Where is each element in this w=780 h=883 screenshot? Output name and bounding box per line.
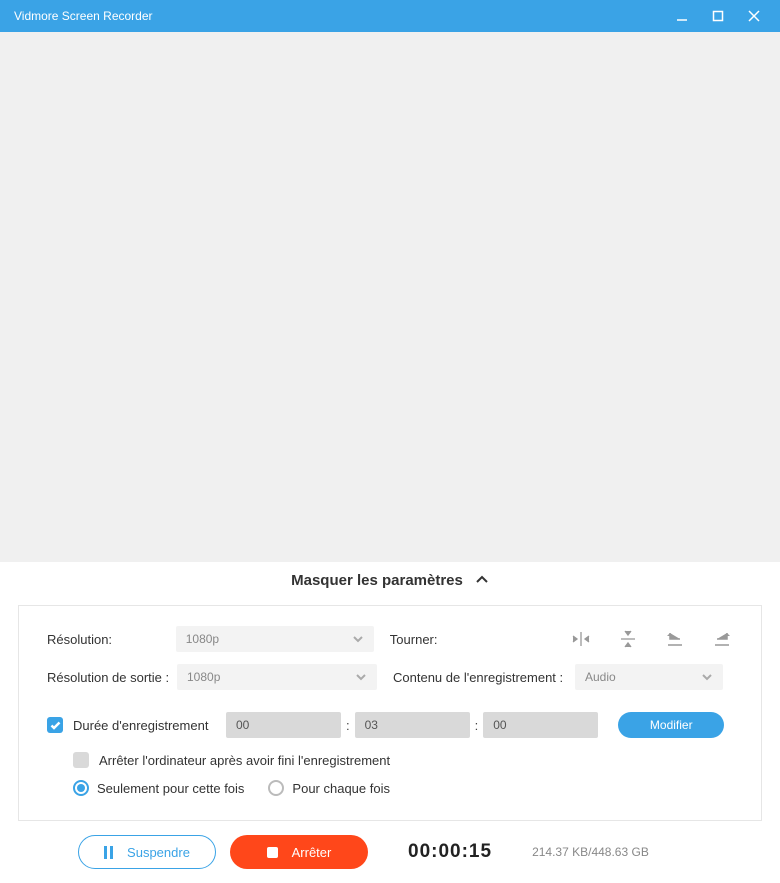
content-select[interactable]: Audio — [575, 664, 723, 690]
content-label: Contenu de l'enregistrement : — [393, 670, 575, 685]
chevron-up-icon — [475, 572, 489, 589]
content-value: Audio — [585, 670, 616, 684]
chevron-down-icon — [355, 670, 367, 684]
colon: : — [475, 718, 479, 733]
rotate-label: Tourner: — [390, 632, 570, 647]
app-title: Vidmore Screen Recorder — [14, 9, 153, 23]
duration-checkbox[interactable] — [47, 717, 63, 733]
duration-label: Durée d'enregistrement — [73, 718, 226, 733]
duration-seconds-input[interactable]: 00 — [483, 712, 598, 738]
suspend-label: Suspendre — [127, 845, 190, 860]
flip-horizontal-icon[interactable] — [570, 628, 592, 650]
hide-params-label: Masquer les paramètres — [291, 572, 463, 589]
output-resolution-select[interactable]: 1080p — [177, 664, 377, 690]
output-resolution-label: Résolution de sortie : — [47, 670, 177, 685]
duration-hours-input[interactable]: 00 — [226, 712, 341, 738]
output-resolution-value: 1080p — [187, 670, 220, 684]
shutdown-checkbox[interactable] — [73, 752, 89, 768]
resolution-label: Résolution: — [47, 632, 176, 647]
colon: : — [346, 718, 350, 733]
footer: Suspendre Arrêter 00:00:15 214.37 KB/448… — [0, 821, 780, 883]
flip-vertical-icon[interactable] — [617, 628, 639, 650]
resolution-value: 1080p — [186, 632, 219, 646]
settings-panel: Résolution: 1080p Tourner: Résolution de… — [18, 605, 762, 821]
modify-button[interactable]: Modifier — [618, 712, 724, 738]
shutdown-label: Arrêter l'ordinateur après avoir fini l'… — [99, 753, 390, 768]
rotate-left-icon[interactable] — [664, 628, 686, 650]
suspend-button[interactable]: Suspendre — [78, 835, 216, 869]
hide-params-toggle[interactable]: Masquer les paramètres — [0, 562, 780, 598]
once-radio[interactable] — [73, 780, 89, 796]
minimize-button[interactable] — [664, 0, 700, 32]
resolution-select[interactable]: 1080p — [176, 626, 374, 652]
recording-timer: 00:00:15 — [408, 841, 492, 863]
disk-usage: 214.37 KB/448.63 GB — [532, 845, 649, 859]
once-label: Seulement pour cette fois — [97, 781, 244, 796]
stop-icon — [267, 847, 278, 858]
duration-minutes-input[interactable]: 03 — [355, 712, 470, 738]
rotate-right-icon[interactable] — [711, 628, 733, 650]
each-label: Pour chaque fois — [292, 781, 390, 796]
maximize-button[interactable] — [700, 0, 736, 32]
preview-area — [0, 32, 780, 562]
stop-label: Arrêter — [292, 845, 332, 860]
titlebar: Vidmore Screen Recorder — [0, 0, 780, 32]
stop-button[interactable]: Arrêter — [230, 835, 368, 869]
close-button[interactable] — [736, 0, 772, 32]
pause-icon — [104, 846, 113, 859]
chevron-down-icon — [352, 632, 364, 646]
chevron-down-icon — [701, 670, 713, 684]
modify-label: Modifier — [650, 718, 693, 732]
each-radio[interactable] — [268, 780, 284, 796]
